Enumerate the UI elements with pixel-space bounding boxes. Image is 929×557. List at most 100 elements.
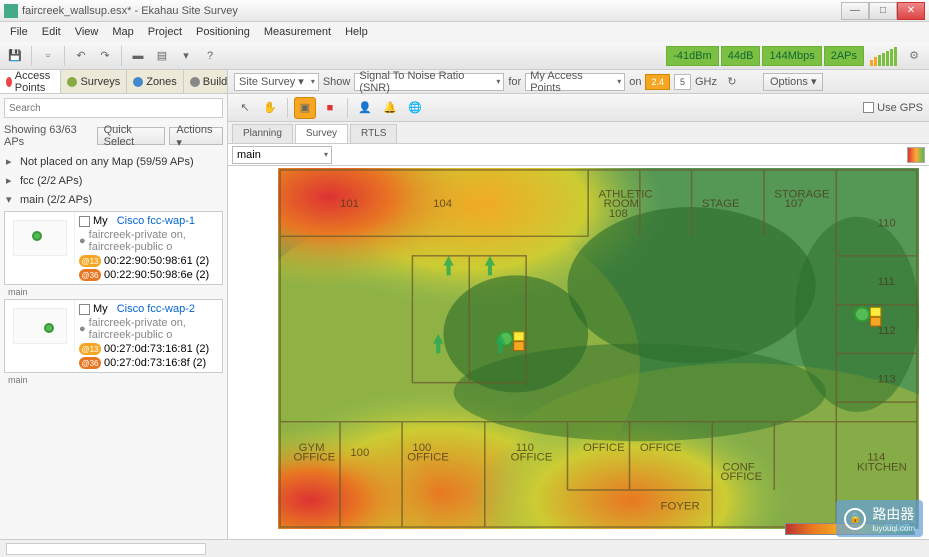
dropdown-icon[interactable]: ▾	[175, 45, 197, 67]
gps-checkbox[interactable]	[863, 102, 874, 113]
tab-survey[interactable]: Survey	[295, 124, 348, 143]
svg-text:110: 110	[878, 218, 896, 230]
status-bar	[0, 539, 929, 557]
tab-access-points[interactable]: Access Points	[0, 70, 61, 93]
filter-bar: Site Survey ▾ Show Signal To Noise Ratio…	[228, 70, 929, 94]
globe-icon[interactable]: 🌐	[404, 97, 426, 119]
heatmap-canvas[interactable]: 101 104 ATHLETICROOM108 STAGE STORAGE107…	[228, 166, 929, 539]
svg-text:OFFICE: OFFICE	[583, 442, 625, 454]
titlebar: faircreek_wallsup.esx* - Ekahau Site Sur…	[0, 0, 929, 22]
chip-signal: -41dBm	[666, 46, 719, 66]
svg-text:111: 111	[878, 276, 895, 288]
doc-icon[interactable]: ▫	[37, 45, 59, 67]
tab-planning[interactable]: Planning	[232, 124, 293, 143]
autopilot-icon[interactable]: 🔔	[379, 97, 401, 119]
svg-text:FOYER: FOYER	[661, 501, 700, 513]
app-icon	[4, 4, 18, 18]
survey-icon[interactable]: ▣	[294, 97, 316, 119]
svg-text:112: 112	[878, 325, 896, 337]
floor-select[interactable]: main	[232, 146, 332, 164]
menu-positioning[interactable]: Positioning	[190, 24, 256, 40]
ap-name: Cisco fcc-wap-2	[117, 303, 195, 315]
menu-help[interactable]: Help	[339, 24, 374, 40]
left-panel: Access Points Surveys Zones Building Sho…	[0, 70, 228, 539]
svg-text:113: 113	[878, 374, 896, 386]
svg-text:KITCHEN: KITCHEN	[857, 462, 907, 474]
chip-snr: 44dB	[721, 46, 761, 66]
chip-rate: 144Mbps	[762, 46, 821, 66]
watermark: 🔒 路由器 luyouqi.com	[836, 500, 923, 537]
tree-row[interactable]: ▸fcc (2/2 APs)	[2, 171, 225, 190]
ap-name: Cisco fcc-wap-1	[117, 215, 195, 227]
delete-icon[interactable]: ▬	[127, 45, 149, 67]
status-chips: -41dBm 44dB 144Mbps 2APs ⚙	[666, 45, 925, 67]
ap-tree: ▸Not placed on any Map (59/59 APs) ▸fcc …	[0, 150, 227, 539]
menu-map[interactable]: Map	[106, 24, 139, 40]
lock-icon: 🔒	[844, 508, 866, 530]
view-select[interactable]: Site Survey ▾	[234, 73, 319, 91]
svg-text:OFFICE: OFFICE	[294, 452, 336, 464]
search-box	[4, 98, 223, 118]
checkbox[interactable]	[79, 304, 90, 315]
redo-icon[interactable]: ↷	[94, 45, 116, 67]
refresh-icon[interactable]: ↻	[721, 71, 743, 93]
ap-card[interactable]: My Cisco fcc-wap-1 ●faircreek-private on…	[4, 211, 223, 285]
save-icon[interactable]: 💾	[4, 45, 26, 67]
tab-rtls[interactable]: RTLS	[350, 124, 397, 143]
legend-button[interactable]	[907, 147, 925, 163]
map-tabs: Planning Survey RTLS	[228, 122, 929, 144]
menu-measurement[interactable]: Measurement	[258, 24, 337, 40]
ap-thumbnail	[5, 212, 75, 264]
map-toolbar: ↖ ✋ ▣ ■ 👤 🔔 🌐 Use GPS	[228, 94, 929, 122]
svg-text:OFFICE: OFFICE	[407, 452, 449, 464]
tree-row[interactable]: ▾main (2/2 APs)	[2, 190, 225, 209]
quick-select-button[interactable]: Quick Select	[97, 127, 166, 145]
svg-text:OFFICE: OFFICE	[720, 471, 762, 483]
svg-text:104: 104	[433, 198, 452, 210]
settings-icon[interactable]: ⚙	[903, 45, 925, 67]
tab-surveys[interactable]: Surveys	[61, 70, 127, 93]
svg-text:107: 107	[785, 198, 804, 210]
svg-text:108: 108	[609, 208, 628, 220]
tree-row[interactable]: ▸Not placed on any Map (59/59 APs)	[2, 152, 225, 171]
maximize-button[interactable]: □	[869, 2, 897, 20]
ap-card[interactable]: My Cisco fcc-wap-2 ●faircreek-private on…	[4, 299, 223, 373]
hand-icon[interactable]: ✋	[259, 97, 281, 119]
pointer-icon[interactable]: ↖	[234, 97, 256, 119]
person-icon[interactable]: 👤	[354, 97, 376, 119]
band-24-button[interactable]: 2.4	[645, 74, 670, 90]
undo-icon[interactable]: ↶	[70, 45, 92, 67]
search-input[interactable]	[4, 98, 223, 118]
close-button[interactable]: ✕	[897, 2, 925, 20]
stop-icon[interactable]: ■	[319, 97, 341, 119]
band-5-button[interactable]: 5	[674, 74, 691, 90]
window-title: faircreek_wallsup.esx* - Ekahau Site Sur…	[22, 5, 841, 17]
svg-text:OFFICE: OFFICE	[640, 442, 682, 454]
menu-edit[interactable]: Edit	[36, 24, 67, 40]
ap-floor: main	[2, 375, 225, 385]
checkbox[interactable]	[79, 216, 90, 227]
menu-view[interactable]: View	[69, 24, 105, 40]
svg-text:STAGE: STAGE	[702, 198, 740, 210]
ap-thumbnail	[5, 300, 75, 352]
svg-text:101: 101	[340, 198, 359, 210]
main-toolbar: 💾 ▫ ↶ ↷ ▬ ▤ ▾ ? -41dBm 44dB 144Mbps 2APs…	[0, 42, 929, 70]
grid-icon[interactable]: ▤	[151, 45, 173, 67]
aps-select[interactable]: My Access Points	[525, 73, 625, 91]
menubar: File Edit View Map Project Positioning M…	[0, 22, 929, 42]
use-gps-label: Use GPS	[877, 102, 923, 114]
actions-button[interactable]: Actions ▾	[169, 127, 223, 145]
minimize-button[interactable]: —	[841, 2, 869, 20]
progress-box	[6, 543, 206, 555]
right-panel: Site Survey ▾ Show Signal To Noise Ratio…	[228, 70, 929, 539]
menu-project[interactable]: Project	[142, 24, 188, 40]
menu-file[interactable]: File	[4, 24, 34, 40]
help-icon[interactable]: ?	[199, 45, 221, 67]
options-button[interactable]: Options ▾	[763, 73, 824, 91]
showing-label: Showing 63/63 APs	[4, 124, 89, 148]
tab-zones[interactable]: Zones	[127, 70, 184, 93]
signal-bars-icon	[870, 46, 897, 66]
metric-select[interactable]: Signal To Noise Ratio (SNR)	[354, 73, 504, 91]
chip-aps: 2APs	[824, 46, 864, 66]
ap-floor: main	[2, 287, 225, 297]
